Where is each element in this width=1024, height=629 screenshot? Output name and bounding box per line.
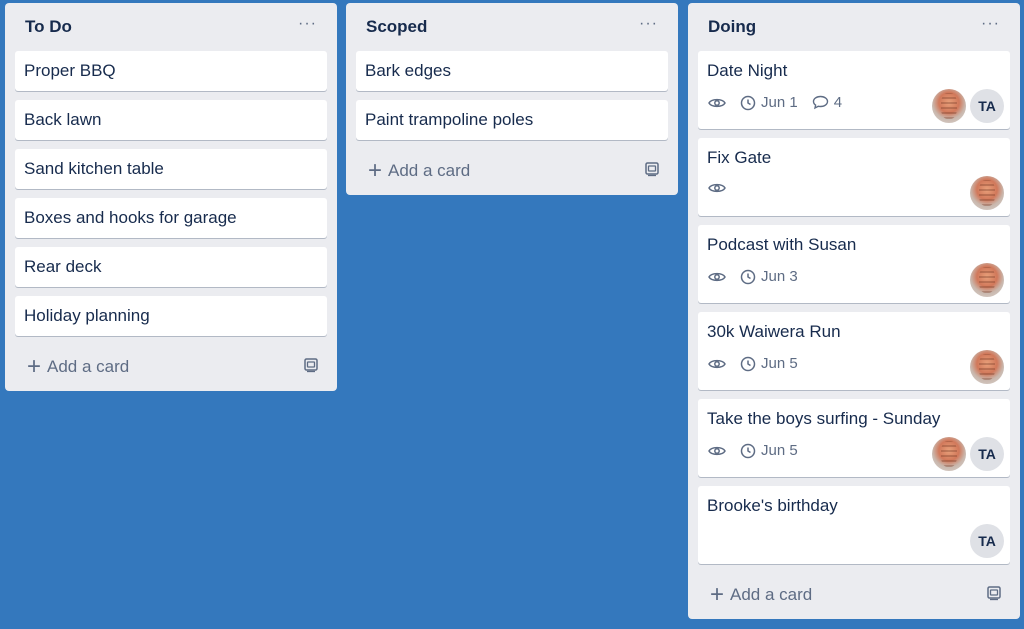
card-title: Rear deck	[24, 257, 102, 276]
list-header: To Do ···	[15, 3, 327, 51]
card[interactable]: Brooke's birthday TA	[698, 486, 1010, 564]
card-title: Paint trampoline poles	[365, 110, 534, 129]
card-title: Fix Gate	[707, 148, 772, 167]
card-title: Take the boys surfing - Sunday	[707, 409, 941, 428]
eye-icon	[708, 270, 726, 284]
card-badges: Jun 1 4	[708, 94, 856, 111]
card[interactable]: Fix Gate	[698, 138, 1010, 216]
add-card-row: + Add a card	[698, 571, 1010, 619]
avatar[interactable]	[932, 89, 966, 123]
card-badges: Jun 3	[708, 268, 812, 285]
add-card-label: Add a card	[47, 357, 130, 376]
due-date-text: Jun 1	[761, 94, 798, 111]
card-template-icon[interactable]	[303, 357, 319, 378]
add-card-row: + Add a card	[356, 147, 668, 195]
list-title[interactable]: To Do	[25, 17, 72, 37]
card-title: Bark edges	[365, 61, 451, 80]
board: To Do ··· Proper BBQ Back lawn Sand kitc…	[0, 0, 1024, 629]
avatar[interactable]: TA	[970, 524, 1004, 558]
plus-icon: +	[710, 581, 725, 608]
card[interactable]: Bark edges	[356, 51, 668, 91]
card[interactable]: 30k Waiwera Run Jun 5	[698, 312, 1010, 390]
comment-icon	[812, 95, 829, 110]
eye-icon	[708, 357, 726, 371]
comment-count: 4	[833, 94, 843, 111]
card[interactable]: Proper BBQ	[15, 51, 327, 91]
list-menu-icon[interactable]: ···	[298, 16, 317, 38]
card[interactable]: Take the boys surfing - Sunday Jun 5 TA	[698, 399, 1010, 477]
due-date-badge: Jun 3	[740, 268, 798, 285]
plus-icon: +	[368, 157, 383, 184]
avatar[interactable]	[970, 176, 1004, 210]
due-date-text: Jun 5	[761, 442, 798, 459]
due-date-badge: Jun 1	[740, 94, 798, 111]
card-title: Date Night	[707, 61, 788, 80]
list-to-do: To Do ··· Proper BBQ Back lawn Sand kitc…	[5, 3, 337, 391]
list-header: Scoped ···	[356, 3, 668, 51]
avatar[interactable]	[970, 263, 1004, 297]
card[interactable]: Holiday planning	[15, 296, 327, 336]
list-title[interactable]: Doing	[708, 17, 756, 37]
card-members	[966, 176, 1004, 210]
list-scoped: Scoped ··· Bark edges Paint trampoline p…	[346, 3, 678, 195]
card[interactable]: Podcast with Susan Jun 3	[698, 225, 1010, 303]
card-template-icon[interactable]	[644, 161, 660, 182]
card[interactable]: Back lawn	[15, 100, 327, 140]
due-date-text: Jun 3	[761, 268, 798, 285]
list-header: Doing ···	[698, 3, 1010, 51]
card-members	[966, 263, 1004, 297]
list-doing: Doing ··· Date Night Jun 1 4 TA Fix Gate	[688, 3, 1020, 619]
list-title[interactable]: Scoped	[366, 17, 427, 37]
avatar[interactable]: TA	[970, 437, 1004, 471]
eye-icon	[708, 444, 726, 458]
plus-icon: +	[27, 353, 42, 380]
card[interactable]: Rear deck	[15, 247, 327, 287]
card-title: Sand kitchen table	[24, 159, 164, 178]
add-card-label: Add a card	[388, 161, 471, 180]
card-badges	[708, 181, 740, 195]
card-title: Boxes and hooks for garage	[24, 208, 237, 227]
due-date-badge: Jun 5	[740, 355, 798, 372]
card-badges: Jun 5	[708, 442, 812, 459]
add-card-button[interactable]: + Add a card	[710, 583, 812, 607]
eye-icon	[708, 96, 726, 110]
clock-icon	[740, 95, 756, 111]
card-title: Back lawn	[24, 110, 102, 129]
list-menu-icon[interactable]: ···	[639, 16, 658, 38]
add-card-row: + Add a card	[15, 343, 327, 391]
due-date-badge: Jun 5	[740, 442, 798, 459]
avatar[interactable]	[970, 350, 1004, 384]
card[interactable]: Boxes and hooks for garage	[15, 198, 327, 238]
card-members	[966, 350, 1004, 384]
card-members: TA	[966, 524, 1004, 558]
clock-icon	[740, 269, 756, 285]
list-menu-icon[interactable]: ···	[981, 16, 1000, 38]
avatar[interactable]: TA	[970, 89, 1004, 123]
card-title: 30k Waiwera Run	[707, 322, 841, 341]
card-badges: Jun 5	[708, 355, 812, 372]
card-title: Holiday planning	[24, 306, 150, 325]
clock-icon	[740, 443, 756, 459]
card-template-icon[interactable]	[986, 585, 1002, 606]
card-title: Podcast with Susan	[707, 235, 857, 254]
due-date-text: Jun 5	[761, 355, 798, 372]
card-title: Proper BBQ	[24, 61, 116, 80]
card[interactable]: Sand kitchen table	[15, 149, 327, 189]
card[interactable]: Date Night Jun 1 4 TA	[698, 51, 1010, 129]
eye-icon	[708, 181, 726, 195]
comments-badge: 4	[812, 94, 842, 111]
card-members: TA	[928, 437, 1004, 471]
add-card-button[interactable]: + Add a card	[368, 159, 470, 183]
add-card-label: Add a card	[730, 585, 813, 604]
avatar[interactable]	[932, 437, 966, 471]
card-members: TA	[928, 89, 1004, 123]
card-title: Brooke's birthday	[707, 496, 838, 515]
add-card-button[interactable]: + Add a card	[27, 355, 129, 379]
card[interactable]: Paint trampoline poles	[356, 100, 668, 140]
clock-icon	[740, 356, 756, 372]
